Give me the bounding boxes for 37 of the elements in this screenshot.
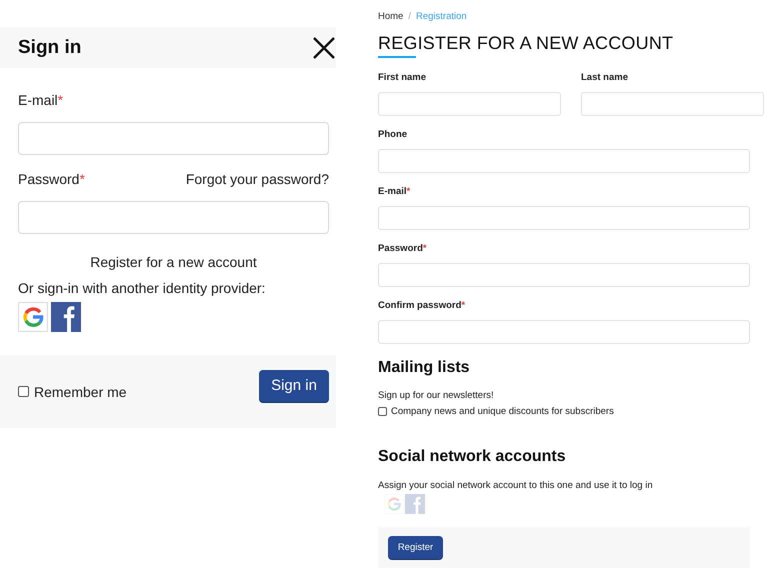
input-field[interactable] [378, 92, 561, 116]
input-field[interactable] [18, 122, 329, 155]
breadcrumb-link[interactable]: Home [378, 11, 404, 22]
breadcrumb-separator: / [408, 11, 411, 22]
sign-in-button[interactable]: Sign in [259, 370, 329, 402]
input-field[interactable] [581, 92, 764, 116]
field-label: E-mail* [378, 186, 412, 198]
checkbox-label: Company news and unique discounts for subscribers [391, 406, 614, 417]
field-label: Password* [18, 171, 85, 189]
field-label: Phone [378, 129, 408, 141]
page-title: REGISTER FOR A NEW ACCOUNT [378, 33, 674, 54]
register-link[interactable]: Register for a new account [90, 254, 257, 270]
checkbox[interactable] [378, 407, 387, 416]
field-label: Last name [581, 72, 629, 84]
title-underline [378, 56, 416, 58]
input-field[interactable] [378, 320, 750, 344]
forgot-password-link[interactable]: Forgot your password? [186, 171, 329, 189]
facebook-icon[interactable] [51, 302, 81, 332]
provider-prompt: Or sign-in with another identity provider: [18, 280, 266, 296]
input-field[interactable] [378, 206, 750, 230]
input-field[interactable] [18, 201, 329, 234]
section-text: Assign your social network account to this one and use it to log in [378, 480, 654, 491]
field-label: E-mail* [18, 92, 64, 110]
checkbox-label: Remember me [34, 384, 127, 400]
field-label: Password* [378, 243, 428, 255]
section-text: Sign up for our newsletters! [378, 390, 495, 401]
input-field[interactable] [378, 263, 750, 287]
field-label: First name [378, 72, 428, 84]
section-heading: Mailing lists [378, 359, 471, 377]
checkbox[interactable] [18, 386, 29, 397]
register-button[interactable]: Register [388, 536, 443, 559]
section-heading: Social network accounts [378, 448, 567, 466]
google-icon[interactable] [18, 302, 48, 332]
input-field[interactable] [378, 149, 750, 173]
close-icon[interactable] [313, 36, 335, 58]
dialog-title: Sign in [18, 36, 82, 58]
field-label: Confirm password* [378, 300, 466, 312]
